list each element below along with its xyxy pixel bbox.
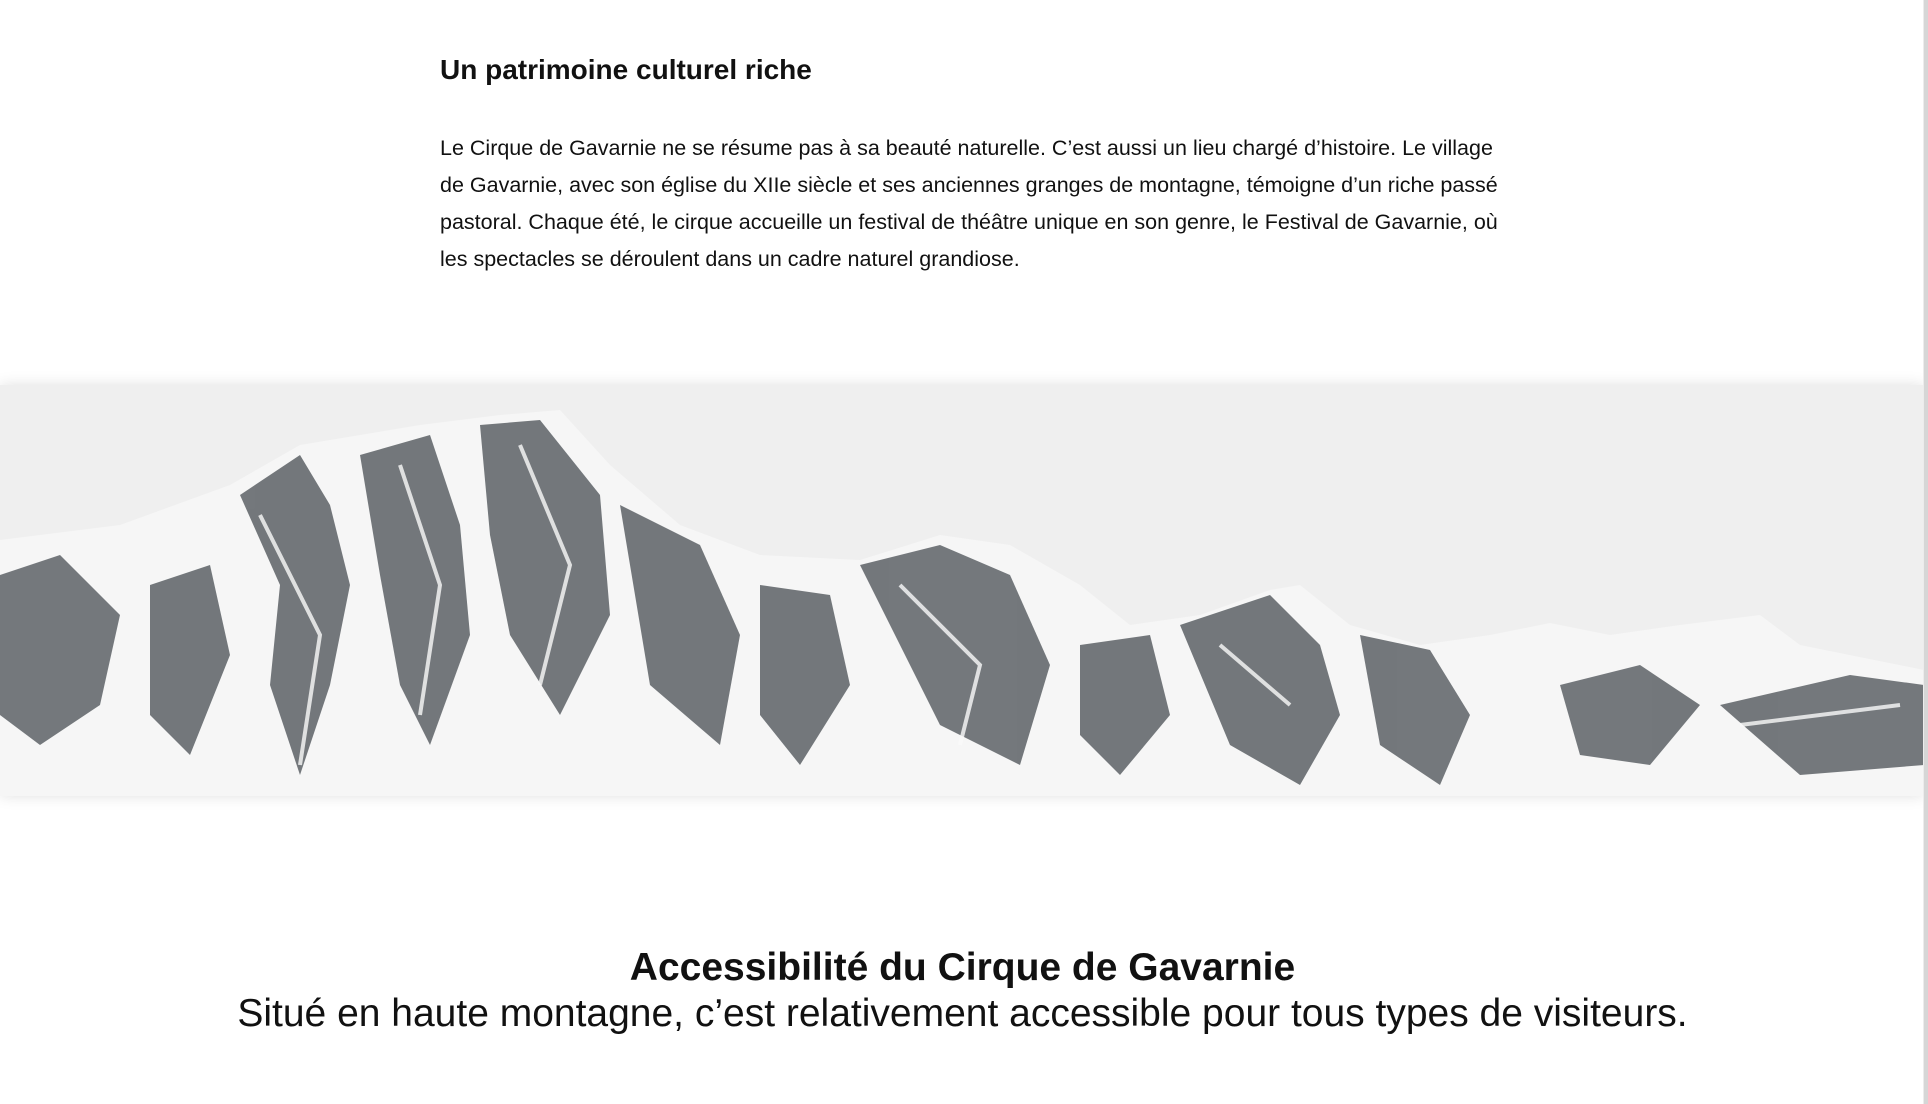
accessibility-subtitle: Situé en haute montagne, c’est relativem… [237,992,1688,1035]
culture-paragraph: Le Cirque de Gavarnie ne se résume pas à… [440,136,1498,271]
accessibility-section: Accessibilité du Cirque de Gavarnie Situ… [0,945,1925,1037]
accessibility-title: Accessibilité du Cirque de Gavarnie [629,946,1296,989]
scrollbar[interactable] [1923,0,1928,1104]
section-title: Un patrimoine culturel riche [440,54,812,85]
mountain-banner-image [0,385,1924,796]
